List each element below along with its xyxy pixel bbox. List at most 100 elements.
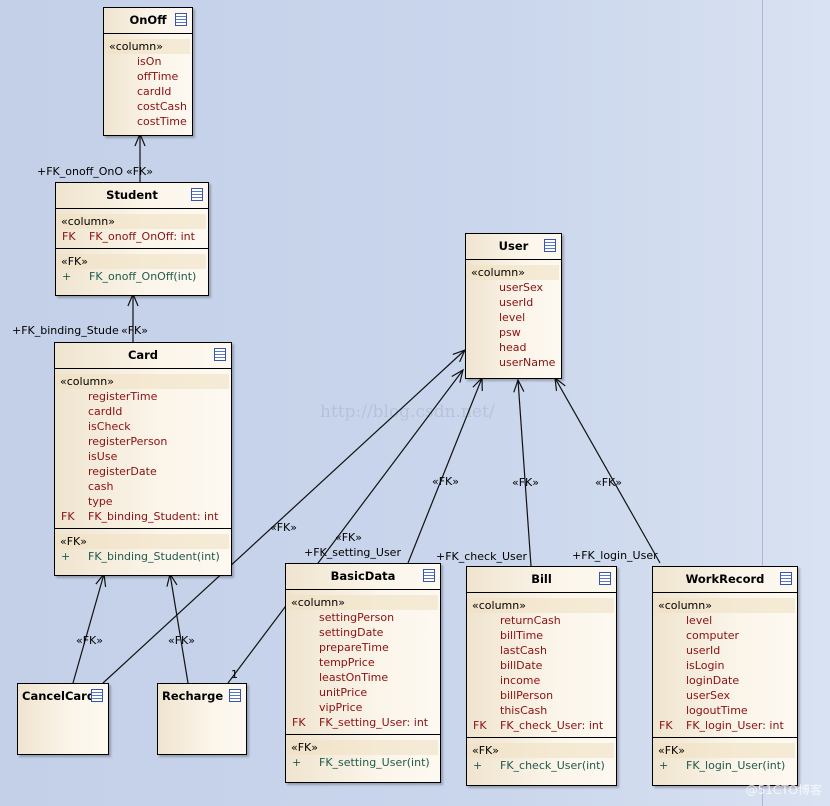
row-prefix: + [61, 550, 71, 563]
column-row[interactable]: income [467, 673, 616, 688]
column-row[interactable]: lastCash [467, 643, 616, 658]
class-name: OnOff [129, 13, 167, 27]
column-name: isOn [137, 55, 162, 68]
stereotype-label: «column» [653, 598, 795, 613]
column-name: returnCash [500, 614, 561, 627]
column-row[interactable]: level [653, 613, 797, 628]
column-row[interactable]: cardId [104, 84, 192, 99]
watermark-51cto: @51CTO博客 [745, 783, 822, 797]
column-row[interactable]: billTime [467, 628, 616, 643]
class-name: Recharge [162, 689, 224, 703]
column-row[interactable]: costTime [104, 114, 192, 129]
column-row[interactable]: tempPrice [286, 655, 440, 670]
column-row[interactable]: computer [653, 628, 797, 643]
row-prefix: + [62, 270, 72, 283]
column-row[interactable]: leastOnTime [286, 670, 440, 685]
column-row[interactable]: level [466, 310, 561, 325]
class-bill[interactable]: Bill «column» returnCash billTime lastCash bi… [466, 566, 617, 786]
class-cancelcard[interactable]: CancelCard [17, 683, 109, 755]
operations-section: «FK» + FK_onoff_OnOff(int) [56, 248, 208, 288]
operation-row[interactable]: + FK_onoff_OnOff(int) [56, 269, 208, 284]
table-icon [780, 572, 792, 585]
stereotype-label: «column» [104, 39, 190, 54]
column-row[interactable]: head [466, 340, 561, 355]
row-prefix: + [473, 759, 483, 772]
class-name: Card [127, 348, 159, 362]
column-row[interactable]: loginDate [653, 673, 797, 688]
column-name: FK_login_User: int [686, 719, 784, 732]
connector-bill-user[interactable] [513, 378, 532, 567]
column-row[interactable]: costCash [104, 99, 192, 114]
column-row[interactable]: userSex [466, 280, 561, 295]
class-onoff[interactable]: OnOff «column» isOn offTime cardId costCash co… [103, 7, 193, 136]
class-basicdata[interactable]: BasicData «column» settingPerson settingDat… [285, 563, 441, 783]
column-row[interactable]: cardId [55, 404, 231, 419]
column-row[interactable]: prepareTime [286, 640, 440, 655]
class-workrecord[interactable]: WorkRecord «column» level computer userId isL… [652, 566, 798, 786]
column-row[interactable]: offTime [104, 69, 192, 84]
connector-line[interactable] [517, 379, 532, 567]
class-student[interactable]: Student «column» FK FK_onoff_OnOff: int «FK»… [55, 182, 209, 296]
column-name: billTime [500, 629, 544, 642]
column-row[interactable]: registerPerson [55, 434, 231, 449]
column-row[interactable]: billDate [467, 658, 616, 673]
connector-line[interactable] [169, 573, 189, 684]
column-row[interactable]: FK FK_binding_Student: int [55, 509, 231, 524]
column-row[interactable]: vipPrice [286, 700, 440, 715]
row-prefix: + [659, 759, 669, 772]
column-row[interactable]: psw [466, 325, 561, 340]
column-row[interactable]: userId [653, 643, 797, 658]
connector-basicdata-user[interactable] [407, 376, 483, 564]
connector-line[interactable] [554, 377, 661, 564]
connector-workrecord-user[interactable] [554, 376, 661, 564]
column-row[interactable]: isUse [55, 449, 231, 464]
column-row[interactable]: isOn [104, 54, 192, 69]
column-row[interactable]: isLogin [653, 658, 797, 673]
connector-line[interactable] [72, 573, 105, 684]
column-name: isCheck [88, 420, 131, 433]
column-row[interactable]: settingDate [286, 625, 440, 640]
column-row[interactable]: type [55, 494, 231, 509]
column-name: settingDate [319, 626, 384, 639]
column-row[interactable]: thisCash [467, 703, 616, 718]
class-card[interactable]: Card «column» registerTime cardId isCheck reg… [54, 342, 232, 576]
connector-role: +FK_binding_Stude [12, 324, 119, 337]
connector-line[interactable] [407, 377, 483, 564]
column-row[interactable]: unitPrice [286, 685, 440, 700]
row-prefix: FK [292, 716, 306, 729]
connector-recharge-card[interactable] [166, 572, 189, 684]
column-row[interactable]: settingPerson [286, 610, 440, 625]
column-row[interactable]: cash [55, 479, 231, 494]
class-recharge[interactable]: Recharge [157, 683, 247, 755]
column-row[interactable]: FK FK_onoff_OnOff: int [56, 229, 208, 244]
column-row[interactable]: returnCash [467, 613, 616, 628]
column-row[interactable]: FK FK_check_User: int [467, 718, 616, 733]
column-row[interactable]: FK FK_login_User: int [653, 718, 797, 733]
stereotype-label: «FK» [56, 254, 206, 269]
connector-cancelcard-card[interactable] [72, 572, 107, 684]
column-row[interactable]: userId [466, 295, 561, 310]
stereotype-label: «FK» [467, 743, 614, 758]
column-row[interactable]: logoutTime [653, 703, 797, 718]
connector-role: +FK_onoff_OnO [37, 165, 124, 178]
operation-row[interactable]: + FK_check_User(int) [467, 758, 616, 773]
class-name: CancelCard [22, 689, 96, 703]
operation-row[interactable]: + FK_binding_Student(int) [55, 549, 231, 564]
table-icon [544, 239, 556, 252]
column-row[interactable]: FK FK_setting_User: int [286, 715, 440, 730]
column-row[interactable]: userName [466, 355, 561, 370]
class-header: User [466, 234, 561, 260]
class-name: BasicData [330, 569, 396, 583]
column-row[interactable]: isCheck [55, 419, 231, 434]
operation-name: FK_binding_Student(int) [88, 550, 220, 563]
column-name: income [500, 674, 541, 687]
column-row[interactable]: billPerson [467, 688, 616, 703]
operation-row[interactable]: + FK_setting_User(int) [286, 755, 440, 770]
column-name: billDate [500, 659, 543, 672]
column-row[interactable]: registerDate [55, 464, 231, 479]
table-icon [191, 188, 203, 201]
column-row[interactable]: userSex [653, 688, 797, 703]
operation-row[interactable]: + FK_login_User(int) [653, 758, 797, 773]
class-user[interactable]: User «column» userSex userId level psw head use… [465, 233, 562, 379]
column-row[interactable]: registerTime [55, 389, 231, 404]
